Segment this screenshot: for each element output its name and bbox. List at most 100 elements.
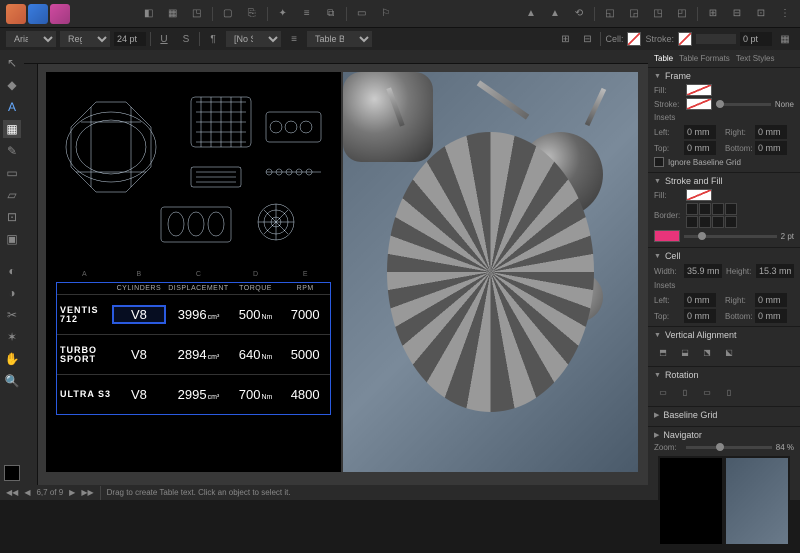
- font-family-select[interactable]: Arial: [6, 31, 56, 47]
- rotate-180-icon[interactable]: ▭: [698, 383, 716, 401]
- app-tab-designer[interactable]: [6, 4, 26, 24]
- zoom-slider[interactable]: [686, 446, 772, 449]
- model-cell[interactable]: ULTRA S3: [57, 390, 112, 399]
- collapse-icon[interactable]: ▼: [654, 372, 661, 379]
- cell-fill-swatch[interactable]: [627, 32, 641, 46]
- frame-fill-swatch[interactable]: [686, 84, 712, 96]
- transparency-tool[interactable]: ◑: [3, 284, 21, 302]
- vector-crop-tool[interactable]: ✂: [3, 306, 21, 324]
- inset-top-input[interactable]: [684, 141, 716, 155]
- page-right[interactable]: [343, 72, 638, 472]
- inset-right-input[interactable]: [755, 125, 787, 139]
- arrange-back-icon[interactable]: ◱: [601, 5, 619, 23]
- valign-bottom-icon[interactable]: ⬔: [698, 343, 716, 361]
- inset-left-input[interactable]: [684, 125, 716, 139]
- picture-frame-tool[interactable]: ⊡: [3, 208, 21, 226]
- cell-inset-top-input[interactable]: [684, 309, 716, 323]
- model-cell[interactable]: VENTIS 712: [57, 306, 112, 324]
- layers-icon[interactable]: ⧉: [322, 5, 340, 23]
- stroke-style-select[interactable]: [696, 34, 736, 44]
- zoom-tool[interactable]: ✋: [3, 350, 21, 368]
- next-page-icon[interactable]: ▶: [69, 488, 75, 497]
- rotate-90-icon[interactable]: ▯: [676, 383, 694, 401]
- next-spread-icon[interactable]: ▶▶: [81, 488, 93, 497]
- insert-row-icon[interactable]: ⊞: [556, 30, 574, 48]
- displacement-cell[interactable]: 3996cm³: [166, 307, 231, 322]
- ignore-baseline-checkbox[interactable]: [654, 157, 664, 167]
- arrange-front-icon[interactable]: ◰: [673, 5, 691, 23]
- insert-col-icon[interactable]: ⊟: [578, 30, 596, 48]
- shape-tool[interactable]: ▭: [3, 164, 21, 182]
- place-tool[interactable]: ▣: [3, 230, 21, 248]
- rotate-0-icon[interactable]: ▭: [654, 383, 672, 401]
- page-left[interactable]: A B C D E CYLINDERS DISPLACEMENT TORQUE …: [46, 72, 341, 472]
- preflight-icon[interactable]: ◳: [188, 5, 206, 23]
- displacement-cell[interactable]: 2995cm³: [166, 387, 231, 402]
- border-icon[interactable]: ▦: [776, 30, 794, 48]
- collapse-icon[interactable]: ▶: [654, 431, 659, 439]
- para-panel-icon[interactable]: ≡: [285, 30, 303, 48]
- table-row[interactable]: VENTIS 712 V8 3996cm³ 500Nm 7000: [57, 294, 330, 334]
- underline-icon[interactable]: U: [155, 30, 173, 48]
- torque-cell[interactable]: 640Nm: [231, 347, 281, 362]
- cell-height-input[interactable]: [756, 264, 794, 278]
- cell-inset-left-input[interactable]: [684, 293, 716, 307]
- baseline-icon[interactable]: ≡: [298, 5, 316, 23]
- colour-picker-tool[interactable]: ✶: [3, 328, 21, 346]
- arrange-backward-icon[interactable]: ◲: [625, 5, 643, 23]
- table-header-row[interactable]: CYLINDERS DISPLACEMENT TORQUE RPM: [57, 283, 330, 294]
- table-row[interactable]: ULTRA S3 V8 2995cm³ 700Nm 4800: [57, 374, 330, 414]
- char-panel-icon[interactable]: ¶: [204, 30, 222, 48]
- document-icon[interactable]: ◧: [140, 5, 158, 23]
- spread-icon[interactable]: ▦: [164, 5, 182, 23]
- model-cell[interactable]: TURBO SPORT: [57, 346, 112, 364]
- collapse-icon[interactable]: ▼: [654, 253, 661, 260]
- rotate-270-icon[interactable]: ▯: [720, 383, 738, 401]
- image-place-icon[interactable]: ▢: [219, 5, 237, 23]
- stroke-width-slider[interactable]: [684, 235, 777, 238]
- char-style-select[interactable]: [No Style]: [226, 31, 281, 47]
- valign-center-icon[interactable]: ⬓: [676, 343, 694, 361]
- field-icon[interactable]: ▭: [353, 5, 371, 23]
- table-tool[interactable]: ▦: [3, 120, 21, 138]
- cylinders-cell[interactable]: V8: [112, 387, 167, 402]
- torque-cell[interactable]: 500Nm: [231, 307, 281, 322]
- inset-bottom-input[interactable]: [755, 141, 787, 155]
- navigator-preview[interactable]: [658, 456, 790, 546]
- flip-v-icon[interactable]: ▲: [546, 5, 564, 23]
- cell-inset-bottom-input[interactable]: [755, 309, 787, 323]
- tab-table-formats[interactable]: Table Formats: [679, 54, 730, 63]
- snap-icon[interactable]: ⊞: [704, 5, 722, 23]
- torque-cell[interactable]: 700Nm: [231, 387, 281, 402]
- rotate-icon[interactable]: ⟲: [570, 5, 588, 23]
- rpm-cell[interactable]: 7000: [280, 307, 330, 322]
- align-icon[interactable]: ⊡: [752, 5, 770, 23]
- rpm-cell[interactable]: 5000: [280, 347, 330, 362]
- rpm-cell[interactable]: 4800: [280, 387, 330, 402]
- stroke-width-input[interactable]: [740, 32, 772, 46]
- collapse-icon[interactable]: ▶: [654, 411, 659, 419]
- displacement-cell[interactable]: 2894cm³: [166, 347, 231, 362]
- prev-spread-icon[interactable]: ◀◀: [6, 488, 18, 497]
- fill-tool[interactable]: ◐: [3, 262, 21, 280]
- frame-stroke-swatch[interactable]: [686, 98, 712, 110]
- valign-top-icon[interactable]: ⬒: [654, 343, 672, 361]
- font-size-input[interactable]: [114, 32, 146, 46]
- cylinders-cell[interactable]: V8: [112, 347, 167, 362]
- app-tab-publisher[interactable]: [50, 4, 70, 24]
- para-style-select[interactable]: Table Body*: [307, 31, 372, 47]
- move-tool[interactable]: ↖: [3, 54, 21, 72]
- fill-swatch[interactable]: [4, 465, 20, 481]
- bookmark-icon[interactable]: ⚐: [377, 5, 395, 23]
- data-table[interactable]: A B C D E CYLINDERS DISPLACEMENT TORQUE …: [56, 282, 331, 415]
- cell-stroke-swatch[interactable]: [678, 32, 692, 46]
- collapse-icon[interactable]: ▼: [654, 178, 661, 185]
- cell-fill-swatch[interactable]: [686, 189, 712, 201]
- prev-page-icon[interactable]: ◀: [24, 488, 30, 497]
- border-selector[interactable]: [686, 203, 737, 228]
- cell-inset-right-input[interactable]: [755, 293, 787, 307]
- wand-icon[interactable]: ✦: [274, 5, 292, 23]
- tab-text-styles[interactable]: Text Styles: [736, 54, 775, 63]
- tab-table[interactable]: Table: [654, 54, 673, 63]
- collapse-icon[interactable]: ▼: [654, 332, 661, 339]
